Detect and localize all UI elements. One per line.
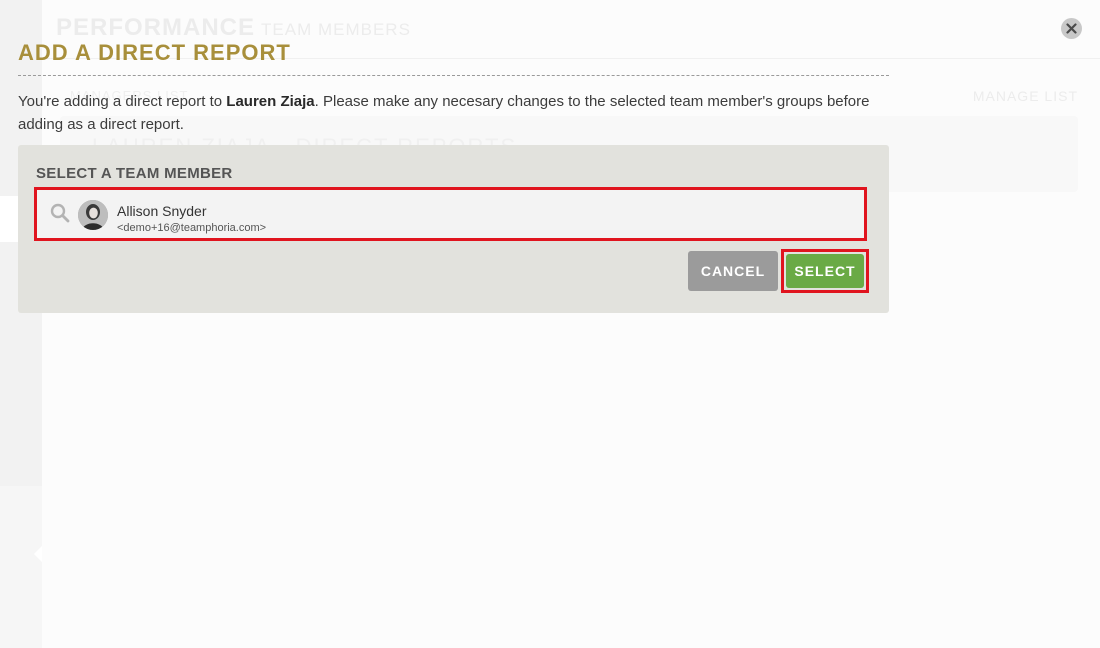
title-divider	[18, 75, 889, 76]
select-button[interactable]: SELECT	[786, 254, 864, 288]
close-button[interactable]	[1061, 18, 1082, 39]
background-header-title: PERFORMANCE TEAM MEMBERS	[56, 14, 411, 41]
search-icon	[50, 203, 70, 223]
avatar	[78, 200, 108, 230]
background-header-subtitle: TEAM MEMBERS	[261, 20, 411, 39]
background-sidebar-lower	[0, 486, 42, 648]
close-icon	[1066, 23, 1077, 34]
cancel-button[interactable]: CANCEL	[688, 251, 778, 291]
team-member-selector[interactable]: Allison Snyder <demo+16@teamphoria.com>	[34, 187, 867, 241]
select-button-highlight: SELECT	[781, 249, 869, 293]
panel-label: SELECT A TEAM MEMBER	[36, 165, 233, 182]
manager-name: Lauren Ziaja	[226, 93, 315, 110]
modal-description: You're adding a direct report to Lauren …	[18, 93, 870, 133]
modal-title: ADD A DIRECT REPORT	[18, 40, 291, 65]
select-member-panel: SELECT A TEAM MEMBER Allison Snyder <dem…	[18, 145, 889, 313]
member-email: <demo+16@teamphoria.com>	[117, 222, 267, 234]
background-manage-list: MANAGE LIST	[972, 88, 1078, 104]
member-name: Allison Snyder	[117, 203, 207, 219]
